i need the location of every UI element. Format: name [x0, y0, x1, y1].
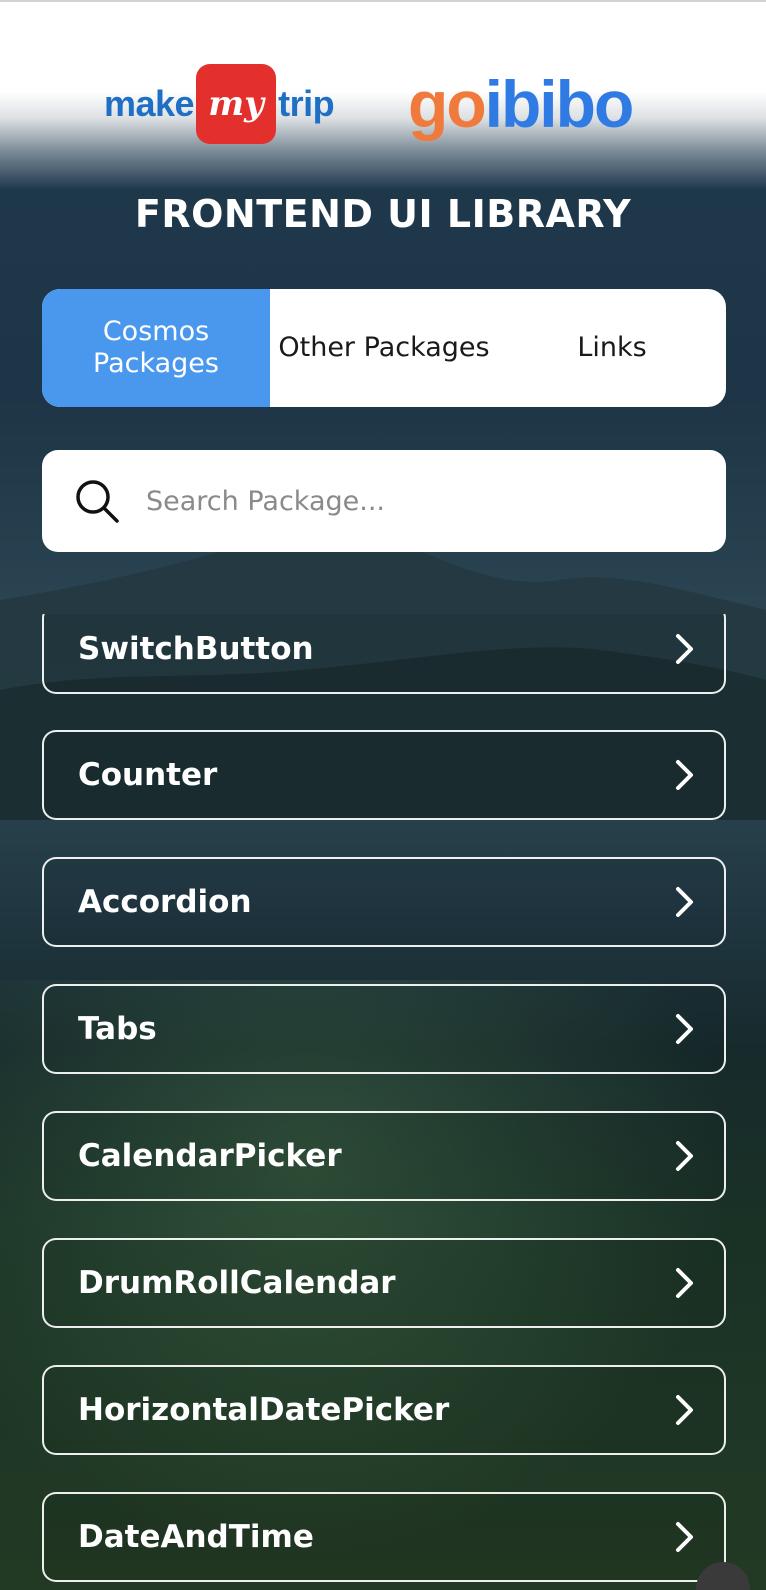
chevron-right-icon [676, 1395, 693, 1425]
package-list: SwitchButton Counter Accordion Tabs Cale… [0, 614, 766, 1590]
list-item-label: Tabs [78, 1011, 157, 1047]
list-item-calendarpicker[interactable]: CalendarPicker [42, 1111, 726, 1201]
package-tabs: Cosmos Packages Other Packages Links [42, 289, 726, 407]
list-item-label: CalendarPicker [78, 1138, 342, 1174]
goibibo-logo: goibibo [408, 66, 635, 142]
list-item-dateandtime[interactable]: DateAndTime [42, 1492, 726, 1582]
tab-label: Other Packages [278, 331, 490, 363]
list-item-drumrollcalendar[interactable]: DrumRollCalendar [42, 1238, 726, 1328]
mmt-logo-trip: trip [278, 83, 335, 124]
mmt-logo-make: make [104, 83, 195, 124]
app-screen: make my trip goibibo FRONTEND UI LIBRARY… [0, 0, 766, 1590]
chevron-right-icon [676, 887, 693, 917]
tab-links[interactable]: Links [498, 289, 726, 407]
top-border [0, 0, 766, 2]
list-item-label: SwitchButton [78, 631, 314, 667]
list-item-switchbutton[interactable]: SwitchButton [42, 614, 726, 694]
search-input[interactable] [144, 484, 708, 518]
list-item-label: Accordion [78, 884, 252, 920]
list-item-label: DateAndTime [78, 1519, 314, 1555]
list-item-label: HorizontalDatePicker [78, 1392, 450, 1428]
page-title: FRONTEND UI LIBRARY [134, 192, 632, 236]
tab-label: Cosmos Packages [93, 315, 219, 379]
chevron-right-icon [676, 634, 693, 664]
chevron-right-icon [676, 1268, 693, 1298]
search-icon [76, 480, 119, 523]
makemytrip-logo: make my trip [104, 62, 335, 146]
tab-cosmos-packages[interactable]: Cosmos Packages [42, 289, 270, 407]
goibibo-logo-go: go [408, 67, 487, 141]
goibibo-logo-ibibo: ibibo [484, 67, 635, 141]
tab-other-packages[interactable]: Other Packages [270, 289, 498, 407]
chevron-right-icon [676, 1014, 693, 1044]
list-item-tabs[interactable]: Tabs [42, 984, 726, 1074]
list-item-accordion[interactable]: Accordion [42, 857, 726, 947]
chevron-right-icon [676, 1141, 693, 1171]
list-item-label: Counter [78, 757, 218, 793]
mmt-logo-my: my [196, 64, 277, 144]
chevron-right-icon [676, 760, 693, 790]
list-item-label: DrumRollCalendar [78, 1265, 396, 1301]
list-item-counter[interactable]: Counter [42, 730, 726, 820]
list-item-horizontaldatepicker[interactable]: HorizontalDatePicker [42, 1365, 726, 1455]
search-box [42, 450, 726, 552]
chevron-right-icon [676, 1522, 693, 1552]
tab-label: Links [577, 331, 647, 363]
